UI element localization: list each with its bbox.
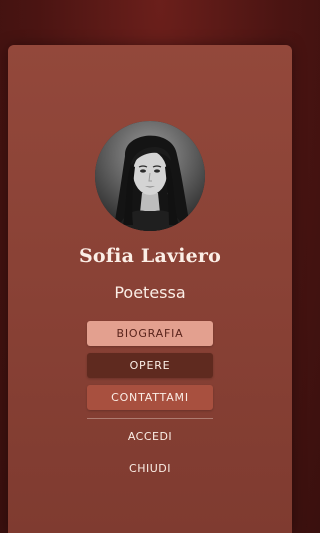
portrait-photo — [95, 121, 205, 231]
contattami-button[interactable]: CONTATTAMI — [87, 385, 213, 410]
profile-name: Sofia Laviero — [78, 245, 221, 267]
avatar — [95, 121, 205, 231]
profile-role: Poetessa — [114, 283, 186, 302]
menu-divider — [87, 418, 213, 419]
profile-card: Sofia Laviero Poetessa BIOGRAFIA OPERE C… — [8, 45, 292, 533]
accedi-link[interactable]: ACCEDI — [87, 426, 213, 446]
opere-button[interactable]: OPERE — [87, 353, 213, 378]
biografia-button[interactable]: BIOGRAFIA — [87, 321, 213, 346]
chiudi-link[interactable]: CHIUDI — [87, 458, 213, 478]
